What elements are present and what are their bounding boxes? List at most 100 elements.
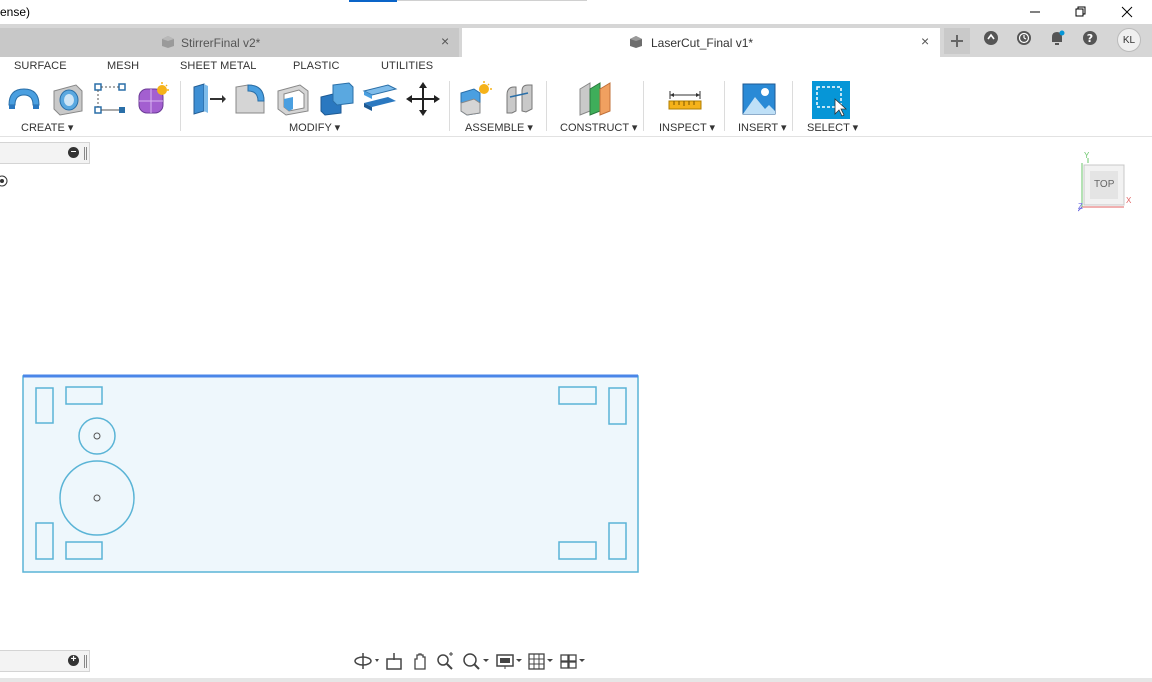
svg-text:?: ? <box>1087 32 1093 45</box>
insert-image-tool[interactable] <box>741 81 777 117</box>
view-cube[interactable]: TOP Y X Z <box>1077 151 1134 213</box>
sketch-pattern-icon <box>94 83 126 114</box>
plus-icon <box>951 35 963 47</box>
shell-icon <box>277 84 309 116</box>
zoom-window-button[interactable] <box>461 651 491 671</box>
toolbar-separator <box>792 81 793 131</box>
display-settings-icon <box>496 654 522 669</box>
toolbar-separator <box>724 81 725 131</box>
title-divider <box>397 0 587 1</box>
extensions-button[interactable] <box>980 27 1002 49</box>
joint-icon <box>506 84 533 114</box>
fillet-tool[interactable] <box>232 81 268 117</box>
tab-close-button[interactable]: × <box>921 33 929 49</box>
select-tool[interactable] <box>812 81 850 119</box>
axis-z-label: Z <box>1078 202 1083 211</box>
tab-label: StirrerFinal v2* <box>181 36 261 50</box>
panel-grip-icon[interactable] <box>84 147 87 160</box>
display-settings-button[interactable] <box>495 651 523 671</box>
viewports-icon <box>560 654 585 669</box>
combine-icon <box>320 82 354 116</box>
toolbar-separator <box>546 81 547 131</box>
notifications-button[interactable] <box>1046 27 1068 49</box>
insert-image-icon <box>742 83 776 115</box>
pan-icon <box>414 653 426 670</box>
move-tool[interactable] <box>405 81 441 117</box>
joint-tool[interactable] <box>502 81 538 117</box>
navigation-bar <box>349 648 589 674</box>
assemble-menu[interactable]: ASSEMBLE ▾ <box>465 121 533 134</box>
close-window-button[interactable] <box>1104 0 1150 24</box>
new-tab-button[interactable] <box>944 28 970 54</box>
user-avatar[interactable]: KL <box>1117 28 1141 52</box>
grid-settings-button[interactable] <box>527 651 555 671</box>
workspace-tab-utilities[interactable]: UTILITIES <box>381 60 433 72</box>
insert-menu[interactable]: INSERT ▾ <box>738 121 787 134</box>
restore-button[interactable] <box>1058 0 1104 24</box>
workspace-tab-mesh[interactable]: MESH <box>107 60 139 72</box>
workspace-tab-plastic[interactable]: PLASTIC <box>293 60 340 72</box>
panel-grip-icon[interactable] <box>84 655 87 668</box>
tab-stirrerfinal[interactable]: StirrerFinal v2* × <box>0 28 459 57</box>
offset-face-icon <box>362 84 398 111</box>
sketch-pattern-tool[interactable] <box>92 81 128 117</box>
help-button[interactable]: ? <box>1079 27 1101 49</box>
select-menu[interactable]: SELECT ▾ <box>807 121 858 134</box>
document-icon <box>630 36 642 48</box>
zoom-window-icon <box>463 653 489 670</box>
tab-lasercut-final[interactable]: LaserCut_Final v1* × <box>462 28 940 57</box>
design-canvas[interactable] <box>0 138 1152 678</box>
combine-tool[interactable] <box>319 81 355 117</box>
measure-icon <box>668 91 702 110</box>
comments-panel: + <box>0 650 90 672</box>
offset-plane-tool[interactable] <box>578 81 614 117</box>
plate-body[interactable] <box>22 375 639 573</box>
toolbar-separator <box>449 81 450 131</box>
shell-tool[interactable] <box>275 81 311 117</box>
document-icon <box>162 36 174 48</box>
window-title: ense) <box>0 5 31 19</box>
help-icon: ? <box>1083 31 1097 45</box>
notifications-icon <box>1052 30 1065 45</box>
workspace-tab-sheet-metal[interactable]: SHEET METAL <box>180 60 257 72</box>
measure-tool[interactable] <box>667 81 703 117</box>
workspace-tab-surface[interactable]: SURFACE <box>14 60 67 72</box>
browser-panel: – <box>0 142 90 164</box>
look-at-icon <box>386 653 402 670</box>
target-icon[interactable] <box>0 175 10 187</box>
press-pull-tool[interactable] <box>190 81 226 117</box>
press-pull-icon <box>193 83 226 115</box>
inspect-menu[interactable]: INSPECT ▾ <box>659 121 715 134</box>
sweep-tool[interactable] <box>6 81 42 117</box>
hole-icon <box>53 84 83 116</box>
new-component-icon <box>460 81 492 116</box>
minimize-button[interactable] <box>1012 0 1058 24</box>
form-tool[interactable] <box>136 81 172 117</box>
document-tab-strip: StirrerFinal v2* × LaserCut_Final v1* × … <box>0 24 1152 57</box>
pan-button[interactable] <box>411 651 429 671</box>
sweep-icon <box>8 88 40 109</box>
view-cube-face: TOP <box>1094 179 1115 190</box>
collapse-icon[interactable]: – <box>68 147 79 158</box>
orbit-button[interactable] <box>353 651 381 671</box>
select-icon <box>816 86 848 117</box>
bottom-divider <box>0 678 1152 682</box>
move-icon <box>406 82 440 116</box>
axis-y-label: Y <box>1084 151 1090 160</box>
viewports-button[interactable] <box>559 651 587 671</box>
offset-face-tool[interactable] <box>362 81 398 117</box>
construct-menu[interactable]: CONSTRUCT ▾ <box>560 121 637 134</box>
job-status-button[interactable] <box>1013 27 1035 49</box>
toolbar-separator <box>643 81 644 131</box>
sketch-view <box>22 374 639 573</box>
minimize-icon <box>1030 11 1040 13</box>
tab-close-button[interactable]: × <box>441 33 449 49</box>
new-component-tool[interactable] <box>458 81 494 117</box>
zoom-button[interactable] <box>435 651 455 671</box>
close-icon <box>1121 6 1133 18</box>
modify-menu[interactable]: MODIFY ▾ <box>289 121 340 134</box>
expand-icon[interactable]: + <box>68 655 79 666</box>
look-at-button[interactable] <box>385 651 403 671</box>
hole-tool[interactable] <box>50 81 86 117</box>
create-menu[interactable]: CREATE ▾ <box>21 121 73 134</box>
